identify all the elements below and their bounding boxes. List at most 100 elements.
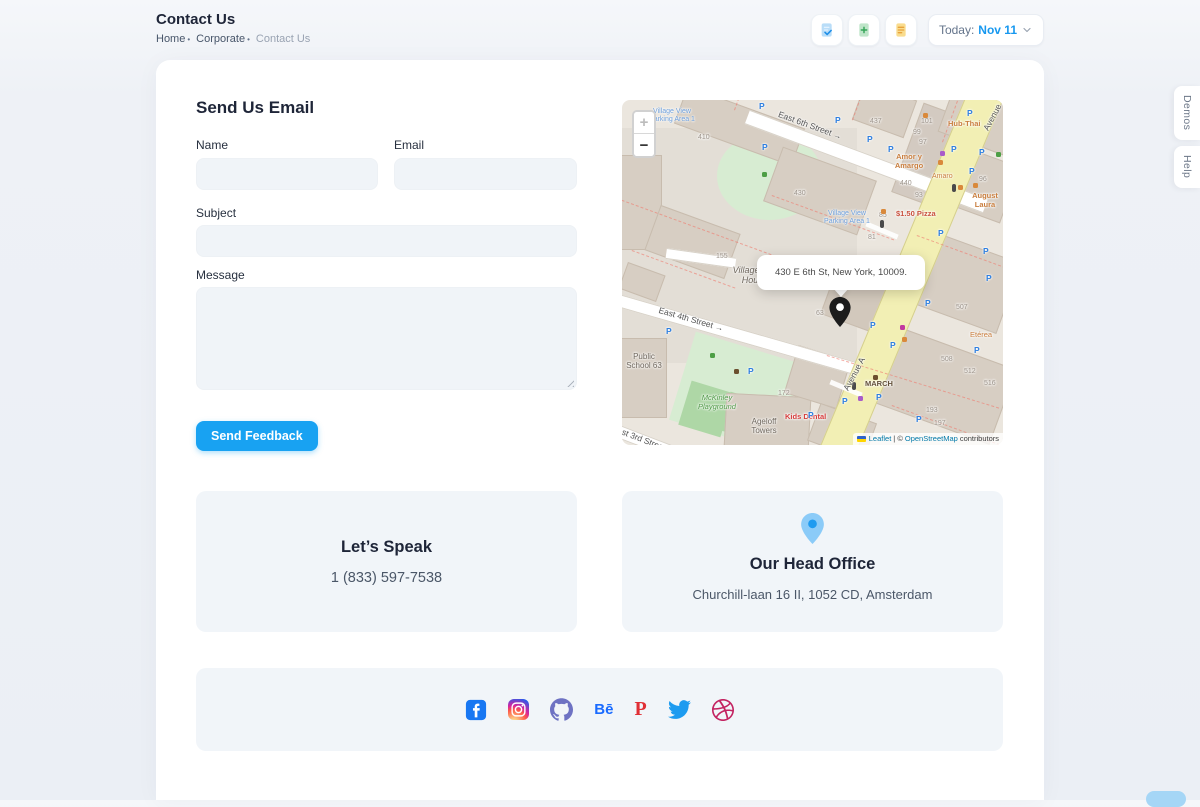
map-label: Amaro xyxy=(932,173,953,181)
office-pin-icon xyxy=(622,513,1003,544)
parking-marker-icon: P xyxy=(951,144,957,154)
map-label: Hub-Thai xyxy=(948,120,981,129)
demos-tab[interactable]: Demos xyxy=(1174,86,1200,140)
map-label: Etérea xyxy=(970,331,992,340)
help-tab[interactable]: Help xyxy=(1174,146,1200,188)
speak-title: Let’s Speak xyxy=(196,538,577,557)
map-label: 440 xyxy=(900,180,912,188)
github-icon[interactable] xyxy=(550,698,573,722)
poi-marker-icon xyxy=(923,113,928,118)
openstreetmap-link[interactable]: OpenStreetMap xyxy=(905,434,958,443)
parking-marker-icon: P xyxy=(967,108,973,118)
behance-icon[interactable]: Bē xyxy=(594,698,613,722)
map-label: 193 xyxy=(926,407,938,415)
map-label: 81 xyxy=(868,234,876,242)
poi-marker-icon xyxy=(902,337,907,342)
map[interactable]: East 6th Street →East 4th Street →East 3… xyxy=(622,100,1003,445)
message-textarea[interactable] xyxy=(196,287,577,390)
poi-marker-icon xyxy=(938,160,943,165)
phone-number[interactable]: 1 (833) 597-7538 xyxy=(196,570,577,586)
map-zoom-control: + − xyxy=(632,110,656,158)
leaflet-link[interactable]: Leaflet xyxy=(869,434,892,443)
map-label: 96 xyxy=(979,176,987,184)
poi-marker-icon xyxy=(958,185,963,190)
parking-marker-icon: P xyxy=(666,326,672,336)
dribbble-icon[interactable] xyxy=(712,698,734,722)
scroll-top-button[interactable] xyxy=(1146,791,1186,807)
name-input[interactable] xyxy=(196,158,378,190)
parking-marker-icon: P xyxy=(876,392,882,402)
parking-marker-icon: P xyxy=(748,366,754,376)
map-label: 410 xyxy=(698,134,710,142)
map-attribution: Leaflet | © OpenStreetMap contributors xyxy=(853,433,1003,445)
map-label: 197 xyxy=(934,420,946,428)
check-document-button[interactable] xyxy=(811,14,843,46)
office-title: Our Head Office xyxy=(622,555,1003,574)
parking-marker-icon: P xyxy=(808,410,814,420)
chevron-down-icon xyxy=(1021,24,1033,36)
map-label: August Laura xyxy=(968,192,1002,209)
parking-marker-icon: P xyxy=(890,340,896,350)
zoom-in-button[interactable]: + xyxy=(634,112,654,134)
map-label: Public School 63 xyxy=(623,352,665,370)
breadcrumb-current: Contact Us xyxy=(256,33,310,45)
map-label: Ageloff Towers xyxy=(740,417,788,435)
main-panel: Send Us Email Name Email Subject Message… xyxy=(156,60,1044,800)
add-document-button[interactable] xyxy=(848,14,880,46)
map-label: 437 xyxy=(870,118,882,126)
parking-marker-icon: P xyxy=(759,101,765,111)
map-label: 63 xyxy=(816,310,824,318)
map-label: 508 xyxy=(941,356,953,364)
map-label: 101 xyxy=(921,118,933,126)
poi-marker-icon xyxy=(900,325,905,330)
message-label: Message xyxy=(196,268,245,282)
parking-marker-icon: P xyxy=(983,246,989,256)
map-label: 172 xyxy=(778,390,790,398)
map-popup[interactable]: 430 E 6th St, New York, 10009. xyxy=(757,255,925,290)
subject-label: Subject xyxy=(196,206,236,220)
breadcrumb-corporate[interactable]: Corporate xyxy=(196,33,245,45)
breadcrumb-separator: • xyxy=(187,35,190,44)
poi-marker-icon xyxy=(710,353,715,358)
check-document-icon xyxy=(819,22,835,38)
page-title: Contact Us xyxy=(156,11,235,28)
poi-marker-icon xyxy=(858,396,863,401)
contact-us-page: { "page": {"title": "Contact Us", "bread… xyxy=(0,0,1200,800)
head-office-card: Our Head Office Churchill-laan 16 II, 10… xyxy=(622,491,1003,632)
poi-marker-icon xyxy=(973,183,978,188)
zoom-out-button[interactable]: − xyxy=(634,134,654,156)
map-label: Kids Dental xyxy=(785,413,826,422)
pinterest-icon[interactable]: P xyxy=(634,698,646,722)
parking-marker-icon: P xyxy=(979,147,985,157)
ukraine-flag-icon xyxy=(857,436,866,442)
poi-marker-icon xyxy=(996,152,1001,157)
parking-marker-icon: P xyxy=(969,166,975,176)
parking-marker-icon: P xyxy=(835,115,841,125)
map-label: 430 xyxy=(794,190,806,198)
instagram-icon[interactable] xyxy=(508,698,529,722)
parking-marker-icon: P xyxy=(938,228,944,238)
map-label: 516 xyxy=(984,380,996,388)
parking-marker-icon: P xyxy=(870,320,876,330)
send-feedback-button[interactable]: Send Feedback xyxy=(196,421,318,451)
facebook-icon[interactable] xyxy=(465,698,487,722)
name-label: Name xyxy=(196,138,228,152)
top-bar: Contact Us Home• Corporate• Contact Us xyxy=(0,0,1200,60)
parking-marker-icon: P xyxy=(925,298,931,308)
twitter-icon[interactable] xyxy=(668,698,691,722)
map-label: Amor y Amargo xyxy=(888,153,930,170)
map-label: 155 xyxy=(716,253,728,261)
breadcrumb: Home• Corporate• Contact Us xyxy=(156,33,310,45)
breadcrumb-home[interactable]: Home xyxy=(156,33,185,45)
poi-marker-icon xyxy=(881,209,886,214)
date-selector[interactable]: Today: Nov 11 xyxy=(928,14,1044,46)
breadcrumb-separator: • xyxy=(247,35,250,44)
parking-marker-icon: P xyxy=(986,273,992,283)
parking-marker-icon: P xyxy=(762,142,768,152)
map-label: 93 xyxy=(915,192,923,200)
subject-input[interactable] xyxy=(196,225,577,257)
location-marker-icon[interactable] xyxy=(829,297,851,332)
email-input[interactable] xyxy=(394,158,577,190)
map-label: MARCH xyxy=(865,380,893,389)
lines-document-button[interactable] xyxy=(885,14,917,46)
